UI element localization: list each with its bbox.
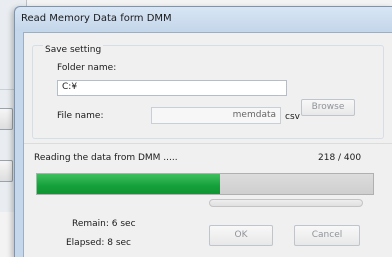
progress-count-text: 218 / 400 xyxy=(318,153,362,163)
read-progress-bar xyxy=(36,173,374,195)
browse-button[interactable]: Browse xyxy=(301,99,355,116)
elapsed-time-text: Elapsed: 8 sec xyxy=(66,238,132,248)
dialog-titlebar[interactable]: Read Memory Data form DMM xyxy=(15,7,392,31)
background-button[interactable] xyxy=(0,160,13,182)
remain-time-text: Remain: 6 sec xyxy=(72,219,136,229)
read-progress-fill xyxy=(37,174,221,194)
ok-button[interactable]: OK xyxy=(209,225,273,246)
dialog-title: Read Memory Data form DMM xyxy=(21,13,172,24)
save-setting-label: Save setting xyxy=(43,45,104,55)
folder-name-label: Folder name: xyxy=(57,63,117,73)
save-setting-group: Save setting Folder name: C:¥ Browse Fil… xyxy=(32,45,384,139)
dialog-client-area: Save setting Folder name: C:¥ Browse Fil… xyxy=(23,32,392,257)
section-divider xyxy=(24,143,392,144)
reading-status-text: Reading the data from DMM ..... xyxy=(34,153,178,163)
background-button[interactable] xyxy=(0,108,13,130)
read-memory-dialog: Read Memory Data form DMM Save setting F… xyxy=(14,6,392,257)
cancel-button[interactable]: Cancel xyxy=(294,225,360,246)
screen: Read Memory Data form DMM Save setting F… xyxy=(0,0,392,257)
file-extension-label: csv xyxy=(285,112,300,122)
file-name-field[interactable]: memdata xyxy=(151,107,281,124)
folder-name-field[interactable]: C:¥ xyxy=(57,80,287,96)
file-name-label: File name: xyxy=(57,111,104,121)
secondary-progress-bar xyxy=(209,199,363,207)
